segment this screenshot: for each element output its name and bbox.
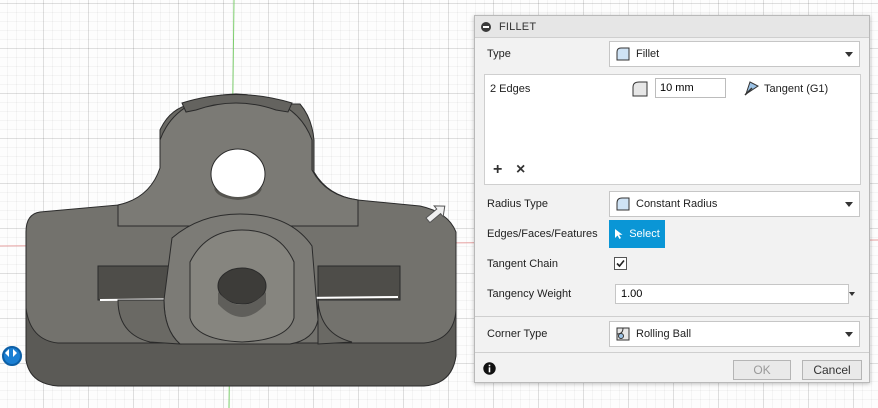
remove-icon[interactable]: × bbox=[516, 161, 525, 179]
tangency-weight-label: Tangency Weight bbox=[487, 288, 572, 300]
type-label: Type bbox=[487, 48, 511, 60]
slot-right bbox=[317, 265, 401, 301]
continuity-value[interactable]: Tangent (G1) bbox=[764, 83, 828, 95]
edges-faces-label: Edges/Faces/Features bbox=[487, 228, 598, 240]
corner-type-label: Corner Type bbox=[487, 328, 548, 340]
ok-button[interactable]: OK bbox=[733, 360, 791, 380]
info-icon[interactable] bbox=[483, 362, 496, 375]
weight-dropdown-icon[interactable] bbox=[849, 292, 855, 296]
tangent-icon bbox=[744, 81, 759, 96]
type-value: Fillet bbox=[636, 48, 660, 60]
fillet-type-icon bbox=[616, 47, 630, 61]
select-label: Select bbox=[629, 228, 660, 240]
collapse-icon[interactable] bbox=[481, 21, 491, 32]
radius-type-value: Constant Radius bbox=[636, 198, 718, 210]
divider bbox=[475, 316, 869, 317]
corner-type-value: Rolling Ball bbox=[636, 328, 692, 340]
add-icon[interactable]: + bbox=[493, 161, 502, 179]
radius-icon bbox=[632, 81, 648, 97]
viewcube-nav-icon[interactable] bbox=[2, 346, 22, 366]
checkmark-icon bbox=[616, 259, 625, 268]
tangent-chain-label: Tangent Chain bbox=[487, 258, 558, 270]
chevron-down-icon bbox=[845, 332, 853, 337]
chevron-down-icon bbox=[845, 52, 853, 57]
chevron-down-icon bbox=[845, 202, 853, 207]
divider bbox=[475, 352, 869, 353]
fillet-dialog: FILLET Type Fillet 2 Edges Tangent (G1) … bbox=[474, 15, 870, 383]
radius-type-label: Radius Type bbox=[487, 198, 548, 210]
radius-input[interactable] bbox=[655, 78, 726, 98]
tangent-chain-checkbox[interactable] bbox=[614, 257, 627, 270]
tangency-weight-input[interactable] bbox=[615, 284, 849, 304]
pointer-icon bbox=[615, 229, 623, 239]
dialog-header: FILLET bbox=[475, 16, 869, 38]
select-button[interactable]: Select bbox=[609, 220, 665, 248]
constant-radius-icon bbox=[616, 197, 630, 211]
corner-type-dropdown[interactable]: Rolling Ball bbox=[609, 321, 860, 347]
type-dropdown[interactable]: Fillet bbox=[609, 41, 860, 67]
selection-table[interactable]: 2 Edges Tangent (G1) + × bbox=[484, 74, 861, 185]
dialog-title: FILLET bbox=[499, 20, 537, 33]
center-hole bbox=[217, 267, 267, 305]
rolling-ball-icon bbox=[616, 327, 630, 341]
cancel-button[interactable]: Cancel bbox=[802, 360, 862, 380]
edges-count: 2 Edges bbox=[490, 83, 531, 95]
radius-type-dropdown[interactable]: Constant Radius bbox=[609, 191, 860, 217]
